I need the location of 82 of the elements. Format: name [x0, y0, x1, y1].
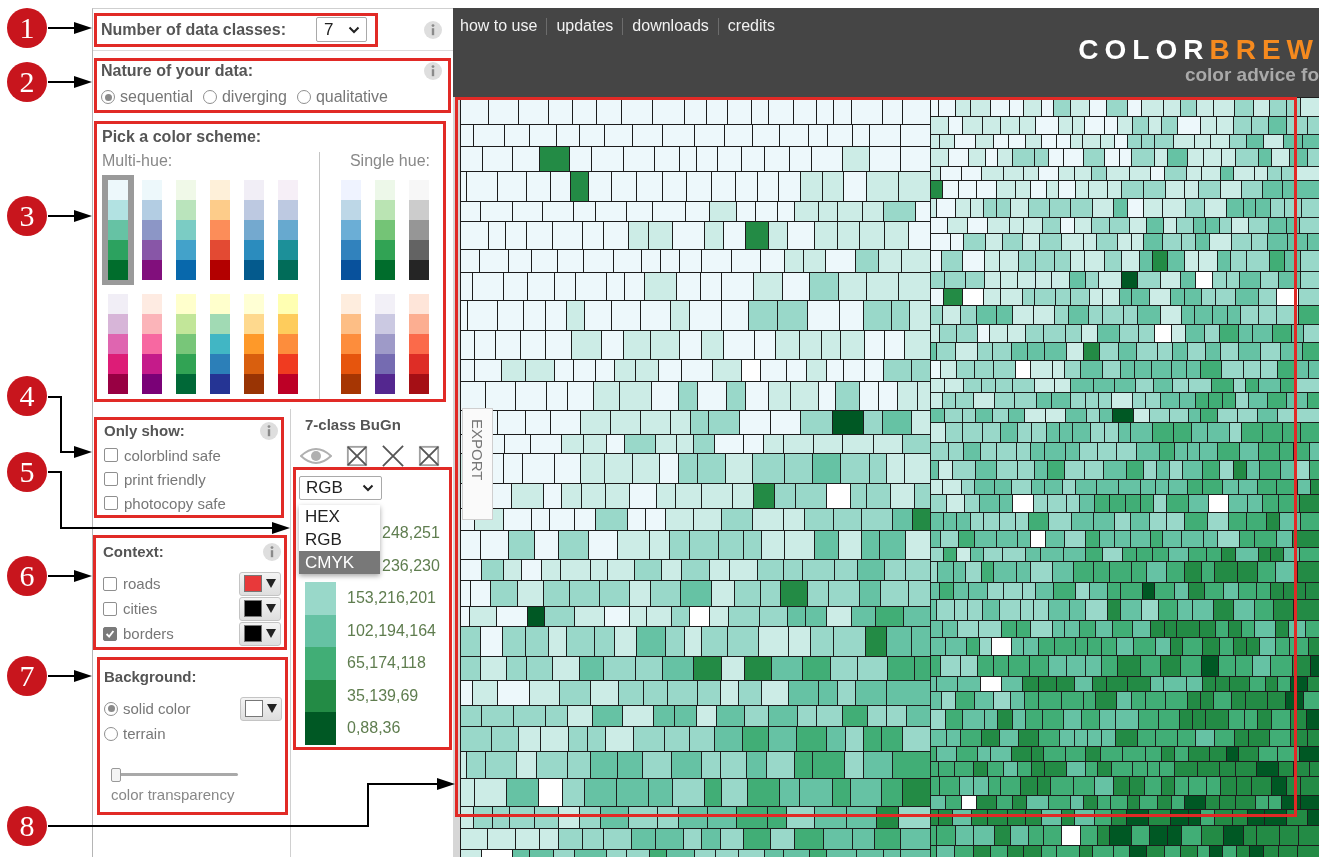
nav-link[interactable]: credits: [727, 16, 775, 36]
chevron-icon: [348, 25, 360, 34]
step-badge: 6: [7, 556, 47, 596]
format-select[interactable]: RGB: [299, 476, 382, 500]
color-picker-button[interactable]: [240, 696, 282, 721]
step-badge: 4: [7, 376, 47, 416]
slider-label: color transparency: [111, 786, 236, 804]
checkbox[interactable]: [104, 496, 118, 510]
checkbox[interactable]: [103, 576, 117, 591]
rgb-value: 102,194,164: [347, 621, 436, 640]
nav-link[interactable]: downloads: [632, 16, 709, 36]
caret-icon: [266, 629, 276, 638]
export-tab[interactable]: EXPORT: [462, 408, 493, 520]
legend-title: 7-class BuGn: [304, 415, 402, 435]
caret-icon: [266, 579, 276, 588]
nav-link[interactable]: how to use: [460, 16, 538, 36]
option-label: sequential: [120, 88, 193, 106]
option-label: print friendly: [124, 470, 206, 488]
transparency-slider[interactable]: [111, 768, 238, 782]
section-title: Pick a color scheme:: [102, 128, 262, 145]
color-picker-button[interactable]: [239, 571, 281, 596]
step-badge: 5: [7, 452, 47, 492]
step-badge: 8: [7, 806, 47, 846]
section-title: Context:: [103, 542, 164, 562]
option-label: terrain: [123, 725, 166, 742]
info-icon[interactable]: [424, 20, 442, 39]
rgb-value: 35,139,69: [347, 686, 419, 705]
step-badge: 3: [7, 196, 47, 236]
option-label: cities: [123, 600, 158, 617]
pointer-arrow: [47, 210, 92, 222]
slider-thumb[interactable]: [111, 768, 121, 782]
option-label: colorblind safe: [124, 446, 221, 464]
rgb-value: 65,174,118: [347, 654, 426, 673]
option-label: qualitative: [315, 88, 388, 106]
radio-button[interactable]: [104, 701, 118, 716]
pointer-arrow: [47, 570, 92, 582]
menu-option[interactable]: CMYK: [299, 551, 380, 574]
option-label: photocopy safe: [124, 494, 226, 512]
group-label: Multi-hue:: [102, 152, 174, 170]
section-title: Only show:: [104, 421, 185, 441]
site-logo[interactable]: COLOR BREW: [1078, 36, 1319, 64]
step-badge: 1: [7, 8, 47, 48]
checkbox[interactable]: [104, 472, 118, 486]
color-picker-button[interactable]: [239, 621, 281, 646]
section-title: Number of data classes:: [101, 20, 286, 39]
radio-button[interactable]: [202, 90, 217, 104]
radio-button[interactable]: [296, 90, 311, 104]
info-icon[interactable]: [260, 422, 278, 440]
pointer-arrow: [47, 76, 92, 88]
menu-option[interactable]: HEX: [299, 505, 380, 528]
nav-link[interactable]: updates: [556, 16, 614, 36]
menu-option[interactable]: RGB: [299, 528, 380, 551]
pointer-arrow: [47, 396, 92, 458]
rgb-value: 153,216,201: [347, 589, 436, 608]
section-title: Nature of your data:: [101, 62, 253, 80]
option-label: borders: [123, 625, 174, 642]
option-label: diverging: [221, 88, 287, 106]
color-picker-button[interactable]: [239, 596, 281, 621]
info-icon[interactable]: [424, 62, 442, 80]
option-label: solid color: [123, 700, 191, 717]
pointer-arrow: [47, 22, 92, 34]
caret-icon: [267, 704, 277, 713]
caret-icon: [266, 604, 276, 613]
rgb-value: 236,230: [382, 556, 440, 575]
rgb-value: 248,251: [382, 524, 440, 543]
radio-button[interactable]: [101, 90, 115, 104]
section-title: Background:: [104, 667, 198, 687]
rgb-value: 0,88,36: [347, 719, 401, 738]
step-badge: 7: [7, 656, 47, 696]
color-scheme-option[interactable]: [102, 175, 134, 285]
checkbox[interactable]: [104, 448, 118, 462]
checkbox[interactable]: [103, 601, 117, 616]
step-badge: 2: [7, 62, 47, 102]
group-label: Single hue:: [348, 152, 431, 170]
site-tagline: color advice fo: [1184, 64, 1319, 86]
option-label: roads: [123, 575, 161, 592]
radio-button[interactable]: [104, 726, 118, 741]
class-count-select[interactable]: 7: [316, 17, 367, 42]
chevron-icon: [362, 484, 374, 492]
pointer-arrow: [47, 670, 92, 682]
info-icon[interactable]: [263, 543, 281, 561]
checkbox[interactable]: [103, 626, 117, 641]
